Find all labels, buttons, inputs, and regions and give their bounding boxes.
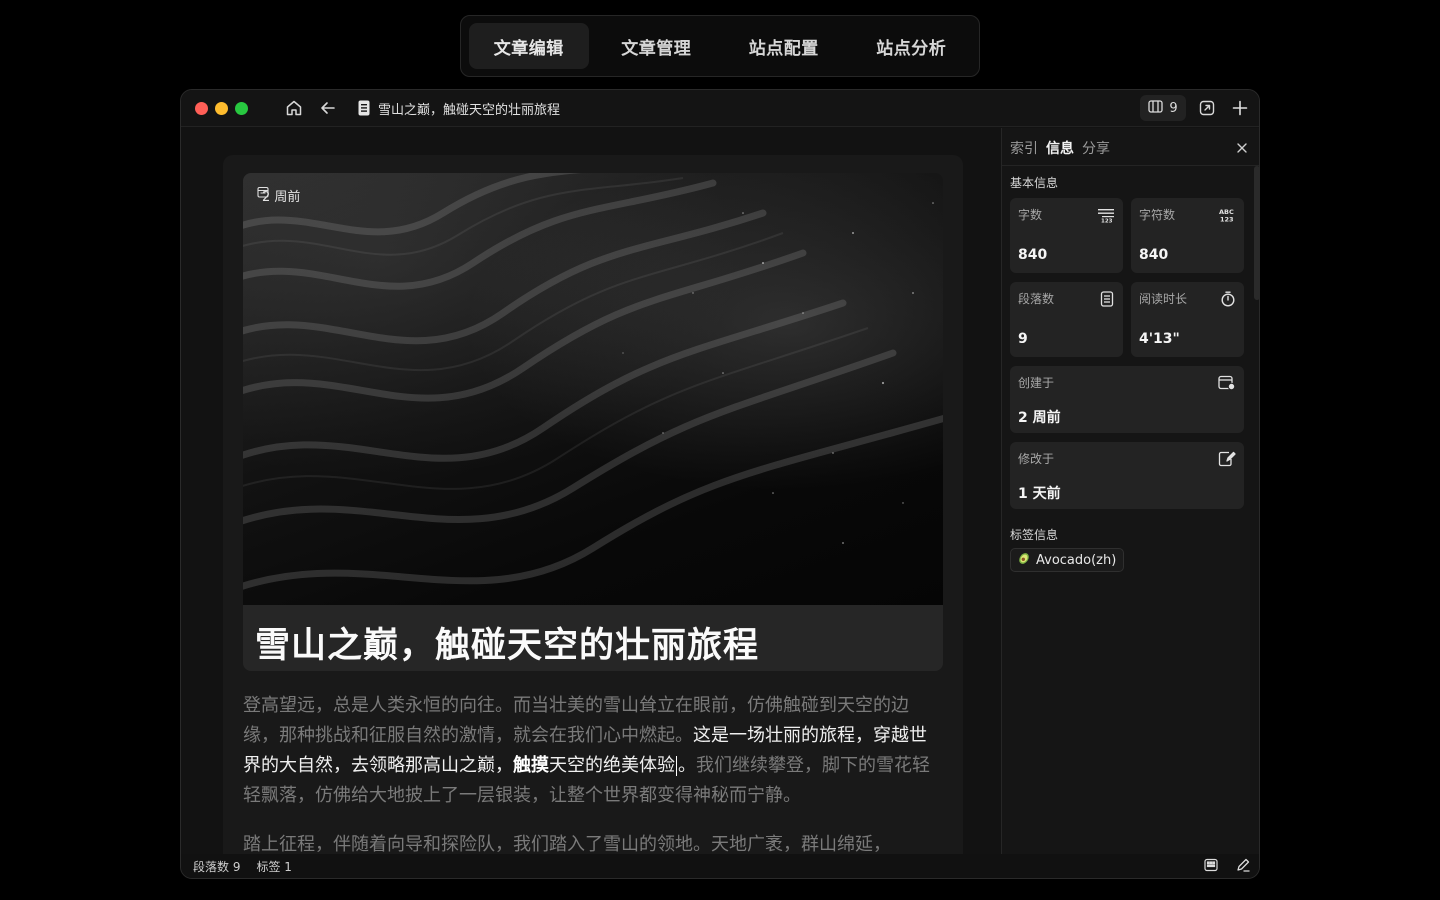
article-title-block[interactable]: 雪山之巅，触碰天空的壮丽旅程 [243,605,943,671]
back-arrow-icon[interactable] [318,98,338,118]
side-panel-scrollbar[interactable] [1254,166,1259,300]
read-time-card: 阅读时长 4'13" [1131,282,1244,357]
divider [1002,165,1259,166]
word-count-value: 840 [1018,247,1048,263]
char-count-card: 字符数 ABC 123 840 [1131,198,1244,273]
panel-count: 9 [1169,100,1178,116]
info-side-panel: 索引 信息 分享 基本信息 字数 123 840 字符数 ABC 123 840… [1001,128,1259,856]
tab-share[interactable]: 分享 [1082,138,1110,158]
paragraph-2[interactable]: 踏上征程，伴随着向导和探险队，我们踏入了雪山的领地。天地广袤，群山绵延， [243,830,933,856]
created-value: 2 周前 [1018,410,1061,426]
document-title: 雪山之巅，触碰天空的壮丽旅程 [378,103,561,118]
char-count-label: 字符数 [1139,208,1176,222]
panel-count-button[interactable]: 9 [1140,95,1186,121]
word-count-card: 字数 123 840 [1010,198,1123,273]
text-caret [676,756,677,776]
tag-count-status: 标签 1 [256,859,292,874]
avocado-icon [1017,551,1031,569]
article-title[interactable]: 雪山之巅，触碰天空的壮丽旅程 [255,617,759,668]
open-external-icon[interactable] [1197,98,1217,118]
modified-card: 修改于 1 天前 [1010,442,1244,509]
pen-edit-icon[interactable] [1235,857,1251,876]
paragraph-1[interactable]: 登高望远，总是人类永恒的向往。而当壮美的雪山耸立在眼前，仿佛触碰到天空的边缘，那… [243,691,933,811]
word-count-icon: 123 [1097,207,1115,227]
close-window-button[interactable] [195,102,208,115]
paragraph-count-label: 段落数 [1018,292,1055,306]
paragraph-icon [1099,291,1115,311]
svg-text:123: 123 [1220,216,1234,224]
article-body[interactable]: 登高望远，总是人类永恒的向往。而当壮美的雪山耸立在眼前，仿佛触碰到天空的边缘，那… [243,691,933,856]
paragraph-count-value: 9 [1018,331,1028,347]
read-time-value: 4'13" [1139,331,1180,347]
top-navigation: 文章编辑 文章管理 站点配置 站点分析 [460,15,980,77]
edit-note-icon [1218,451,1236,471]
tab-index[interactable]: 索引 [1010,138,1038,158]
tab-article-edit[interactable]: 文章编辑 [469,23,589,69]
add-icon[interactable] [1230,98,1250,118]
modified-value: 1 天前 [1018,486,1061,502]
sand-dunes-image [243,173,943,590]
tag-name: Avocado(zh) [1036,552,1117,568]
keyboard-icon[interactable] [1203,857,1219,876]
tags-label: 标签信息 [1010,528,1059,542]
title-bar: 雪山之巅，触碰天空的壮丽旅程 9 [181,90,1259,127]
status-bar-actions [1203,857,1251,876]
bold-text: 触摸 [513,755,549,776]
paragraph-count-status: 段落数 9 [193,859,241,874]
highlight-segment-3: 。 [678,755,696,776]
tab-site-config[interactable]: 站点配置 [724,23,844,69]
cover-image[interactable]: 2 周前 [243,173,943,605]
app-window: 雪山之巅，触碰天空的壮丽旅程 9 2 周前 雪山之巅，触碰天空的壮丽旅程 登高望… [180,89,1260,879]
tab-info[interactable]: 信息 [1046,138,1074,158]
panels-icon [1148,99,1164,118]
char-count-value: 840 [1139,247,1169,263]
highlight-segment-2: 天空的绝美体验 [549,755,675,776]
basic-info-label: 基本信息 [1010,176,1059,190]
tab-site-analytics[interactable]: 站点分析 [852,23,972,69]
created-card: 创建于 2 周前 [1010,366,1244,433]
svg-text:123: 123 [1101,219,1113,224]
tab-article-manage[interactable]: 文章管理 [597,23,717,69]
cover-date-badge: 2 周前 [257,186,300,205]
paragraph-count-card: 段落数 9 [1010,282,1123,357]
minimize-window-button[interactable] [215,102,228,115]
zoom-window-button[interactable] [235,102,248,115]
side-panel-tabs: 索引 信息 分享 [1010,138,1110,158]
close-icon[interactable] [1236,139,1248,158]
read-time-label: 阅读时长 [1139,292,1188,306]
document-icon [354,98,374,118]
created-label: 创建于 [1018,376,1055,390]
stopwatch-icon [1220,291,1236,311]
word-count-label: 字数 [1018,208,1043,222]
modified-label: 修改于 [1018,452,1055,466]
tag-chip[interactable]: Avocado(zh) [1010,548,1125,572]
editor-area: 2 周前 雪山之巅，触碰天空的壮丽旅程 登高望远，总是人类永恒的向往。而当壮美的… [181,128,1001,856]
calendar-clock-icon [1218,375,1236,395]
status-bar: 段落数 9 标签 1 [181,854,1259,878]
home-icon[interactable] [284,98,304,118]
abc-icon: ABC 123 [1218,207,1236,227]
